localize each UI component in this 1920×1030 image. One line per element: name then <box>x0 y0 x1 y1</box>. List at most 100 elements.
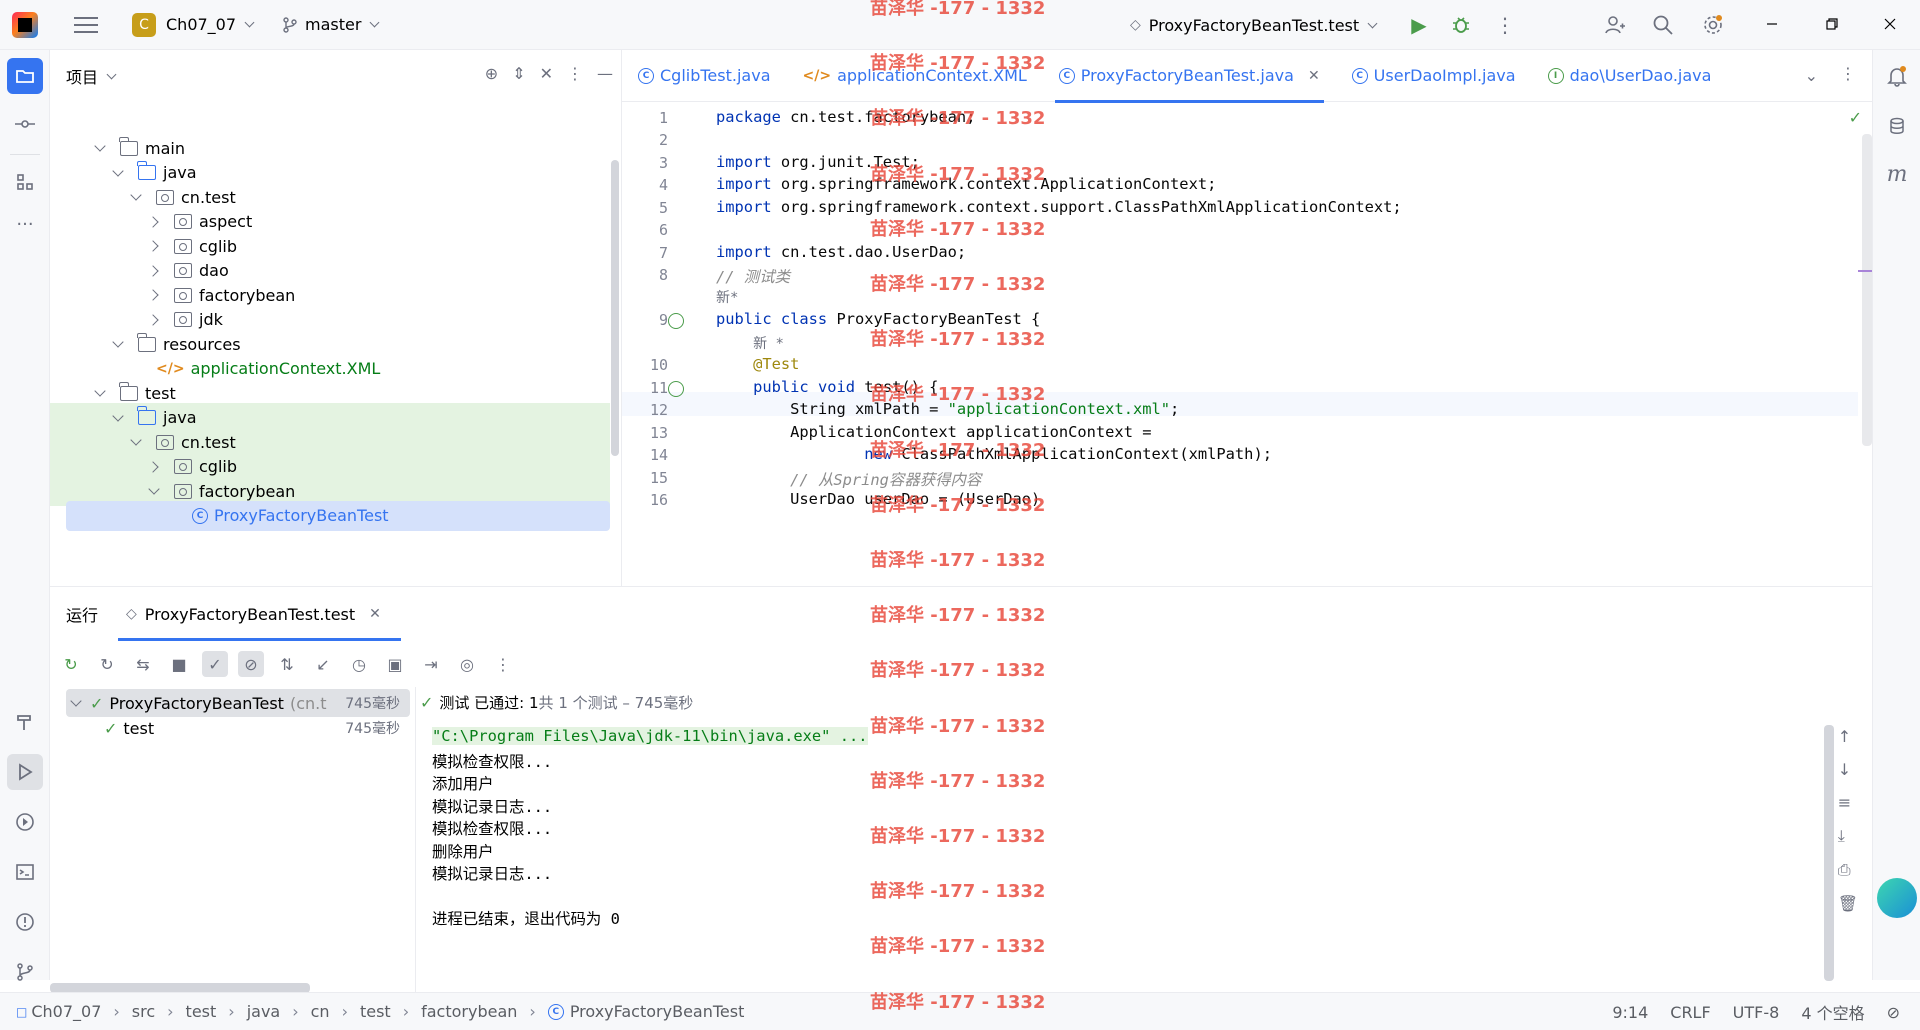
debug-icon[interactable] <box>1448 12 1474 38</box>
build-tool-icon[interactable] <box>7 704 43 740</box>
commit-tool-icon[interactable] <box>7 106 43 142</box>
history-icon[interactable]: ◷ <box>346 651 372 677</box>
tab-cglibtest-java[interactable]: C CglibTest.java <box>622 50 787 102</box>
project-panel-title[interactable]: 项目 <box>66 64 98 88</box>
code-line[interactable]: import org.junit.Test; <box>716 153 920 171</box>
tab-applicationcontext-xml[interactable]: </> applicationContext.XML <box>787 50 1043 102</box>
no-problems-check-icon[interactable]: ✓ <box>1849 108 1862 127</box>
code-line[interactable]: 新 * <box>716 333 784 353</box>
problems-tool-icon[interactable] <box>7 904 43 940</box>
code-line[interactable]: import org.springframework.context.suppo… <box>716 198 1402 216</box>
screenshot-icon[interactable]: ▣ <box>382 651 408 677</box>
tab-proxyfactorybeantest-java[interactable]: C ProxyFactoryBeanTest.java ✕ <box>1043 50 1336 103</box>
breadcrumb-item[interactable]: test <box>360 1002 391 1021</box>
code-line[interactable]: String xmlPath = "applicationContext.xml… <box>716 400 1179 418</box>
rerun-failed-icon[interactable]: ↻ <box>94 651 120 677</box>
code-line[interactable]: // 测试类 <box>716 265 790 287</box>
editor-scrollbar[interactable] <box>1862 134 1872 446</box>
test-result-row[interactable]: ✓ test 745毫秒 <box>66 714 410 742</box>
code-line[interactable]: ApplicationContext applicationContext = <box>716 423 1151 441</box>
run-tool-icon[interactable] <box>7 754 43 790</box>
chevron-down-icon[interactable] <box>94 387 106 399</box>
search-icon[interactable] <box>1650 12 1676 38</box>
more-icon[interactable]: ⋮ <box>490 651 516 677</box>
chevron-right-icon[interactable] <box>148 240 160 252</box>
minimize-icon[interactable] <box>1762 14 1782 34</box>
run-test-gutter-icon[interactable] <box>668 313 684 329</box>
toggle-auto-test-icon[interactable]: ⇆ <box>130 651 156 677</box>
rerun-icon[interactable]: ↻ <box>58 651 84 677</box>
export-icon[interactable]: ⇥ <box>418 651 444 677</box>
more-actions-icon[interactable]: ⋮ <box>1492 12 1518 38</box>
breadcrumb-item[interactable]: ProxyFactoryBeanTest <box>570 1002 745 1021</box>
code-editor[interactable]: 1 package cn.test.factorybean; 2 3 import or… <box>622 102 1872 586</box>
up-arrow-icon[interactable]: ↑ <box>1838 727 1858 746</box>
tabs-overflow-chevron-icon[interactable]: ⌄ <box>1805 66 1818 85</box>
add-user-icon[interactable] <box>1602 12 1628 38</box>
indent-setting[interactable]: 4 个空格 <box>1801 1000 1864 1024</box>
chevron-down-icon[interactable] <box>94 142 106 154</box>
stop-icon[interactable]: ■ <box>166 651 192 677</box>
sort-icon[interactable]: ⇅ <box>274 651 300 677</box>
options-icon[interactable]: ⋮ <box>567 64 583 83</box>
close-tab-icon[interactable]: ✕ <box>369 606 381 622</box>
close-tab-icon[interactable]: ✕ <box>1308 68 1320 84</box>
chevron-down-icon[interactable] <box>148 485 160 497</box>
chevron-right-icon[interactable] <box>148 314 160 326</box>
more-tools-icon[interactable]: ··· <box>7 206 43 242</box>
tabs-options-icon[interactable]: ⋮ <box>1840 64 1856 83</box>
show-passed-icon[interactable]: ✓ <box>202 651 228 677</box>
chevron-down-icon[interactable] <box>70 697 82 709</box>
file-encoding[interactable]: UTF-8 <box>1733 1003 1780 1022</box>
locate-icon[interactable]: ⊕ <box>485 64 498 83</box>
console-scrollbar[interactable] <box>1824 725 1834 981</box>
settings-gear-icon[interactable] <box>1700 12 1726 38</box>
code-line[interactable]: UserDao userDao = (UserDao) <box>716 490 1040 508</box>
project-tool-icon[interactable] <box>7 58 43 94</box>
show-ignored-icon[interactable]: ⊘ <box>238 651 264 677</box>
run-test-gutter-icon[interactable] <box>668 381 684 397</box>
hide-panel-icon[interactable]: — <box>597 64 613 83</box>
run-config-selector[interactable]: ◇ ProxyFactoryBeanTest.test <box>1130 0 1378 50</box>
clear-trash-icon[interactable]: 🗑 <box>1838 894 1858 913</box>
chevron-down-icon[interactable] <box>106 69 117 79</box>
breadcrumb-item[interactable]: Ch07_07 <box>31 1002 101 1021</box>
chevron-right-icon[interactable] <box>148 265 160 277</box>
restore-icon[interactable] <box>1822 14 1842 34</box>
terminal-tool-icon[interactable] <box>7 854 43 890</box>
maven-icon[interactable]: m <box>1879 156 1915 192</box>
services-tool-icon[interactable] <box>7 804 43 840</box>
chevron-down-icon[interactable] <box>112 412 124 424</box>
tab-dao-userdao-java[interactable]: Idao\UserDao.java <box>1532 50 1728 102</box>
read-only-lock-icon[interactable]: ⊘ <box>1887 1003 1900 1022</box>
branch-selector[interactable]: master <box>283 15 380 34</box>
test-result-row[interactable]: ✓ ProxyFactoryBeanTest (cn.t 745毫秒 <box>66 689 410 717</box>
chevron-right-icon[interactable] <box>148 216 160 228</box>
chevron-down-icon[interactable] <box>130 191 142 203</box>
import-tests-icon[interactable]: ↙ <box>310 651 336 677</box>
tree-scrollbar[interactable] <box>611 160 619 456</box>
soft-wrap-icon[interactable]: ≡ <box>1838 793 1858 812</box>
chevron-down-icon[interactable] <box>112 167 124 179</box>
git-tool-icon[interactable] <box>7 954 43 990</box>
line-separator[interactable]: CRLF <box>1670 1003 1710 1022</box>
close-window-icon[interactable] <box>1880 14 1900 34</box>
code-line[interactable]: @Test <box>716 355 799 373</box>
caret-position[interactable]: 9:14 <box>1612 1003 1648 1022</box>
expand-all-icon[interactable]: ⇕ <box>512 64 525 83</box>
breadcrumb-item[interactable]: factorybean <box>421 1002 517 1021</box>
chevron-down-icon[interactable] <box>130 436 142 448</box>
breadcrumb-item[interactable]: test <box>186 1002 217 1021</box>
notifications-icon[interactable] <box>1879 58 1915 94</box>
structure-tool-icon[interactable] <box>7 164 43 200</box>
tab-userdaoimpl-java[interactable]: C UserDaoImpl.java <box>1336 50 1532 102</box>
breadcrumb-item[interactable]: cn <box>311 1002 330 1021</box>
code-line[interactable]: package cn.test.factorybean; <box>716 108 975 126</box>
code-line[interactable]: import cn.test.dao.UserDao; <box>716 243 966 261</box>
chevron-right-icon[interactable] <box>148 289 160 301</box>
code-line[interactable]: // 从Spring容器获得内容 <box>716 468 981 490</box>
assistant-icon[interactable] <box>1877 878 1917 918</box>
tree-item[interactable]: C ProxyFactoryBeanTest <box>50 501 610 531</box>
project-selector[interactable]: C Ch07_07 <box>132 12 255 37</box>
collapse-all-icon[interactable]: ✕ <box>540 64 553 83</box>
